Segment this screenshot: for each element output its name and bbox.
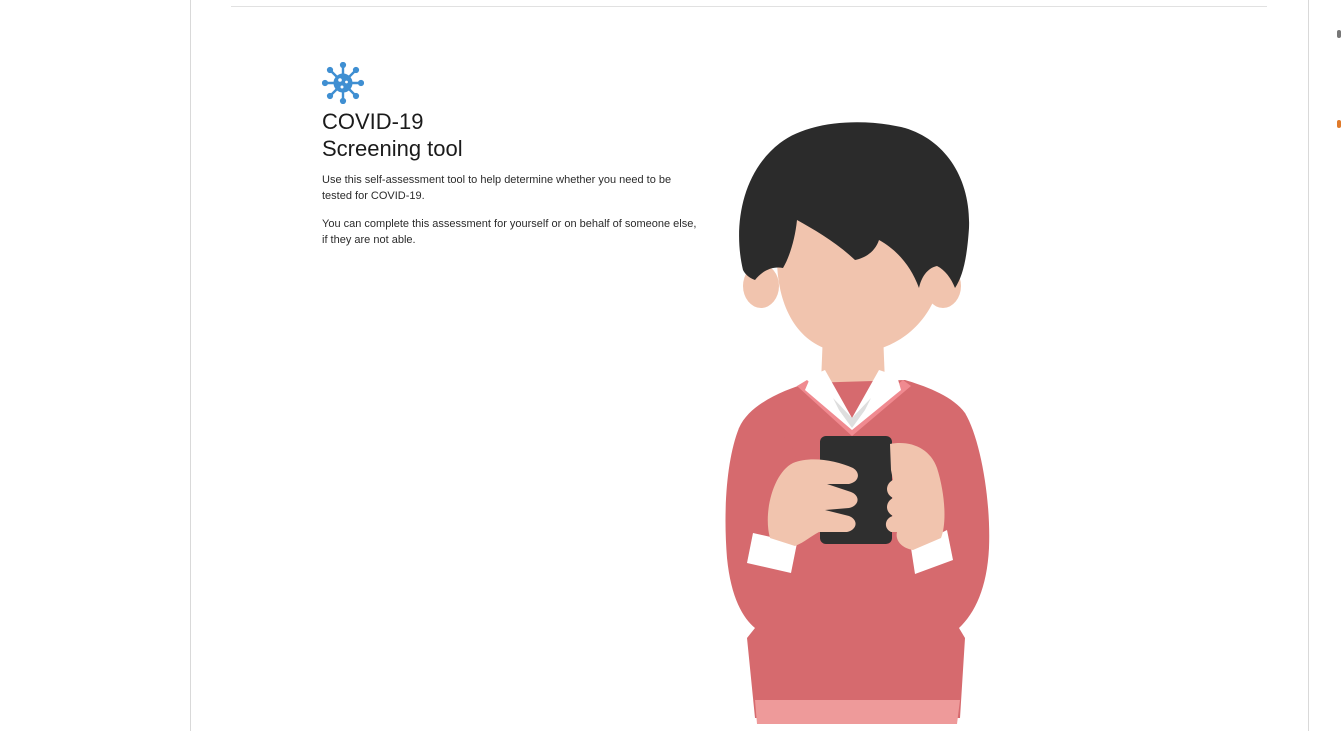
frame-left-border: [190, 0, 191, 731]
intro-description: Use this self-assessment tool to help de…: [322, 174, 672, 202]
intro-panel: COVID-19 Screening tool Use this self-as…: [322, 62, 712, 248]
title-line-2: Screening tool: [322, 136, 463, 161]
top-divider: [231, 6, 1267, 7]
sweater-hem: [755, 700, 960, 724]
title-line-1: COVID-19: [322, 109, 424, 134]
virus-icon: [322, 62, 364, 104]
edge-mark-accent: [1337, 120, 1341, 128]
edge-mark: [1337, 30, 1341, 38]
behalf-description: You can complete this assessment for you…: [322, 218, 697, 246]
person-holding-phone-illustration: [725, 122, 990, 724]
screening-page: COVID-19 Screening tool Use this self-as…: [0, 0, 1341, 731]
frame-right-border: [1308, 0, 1309, 731]
page-title: COVID-19 Screening tool: [322, 108, 712, 162]
